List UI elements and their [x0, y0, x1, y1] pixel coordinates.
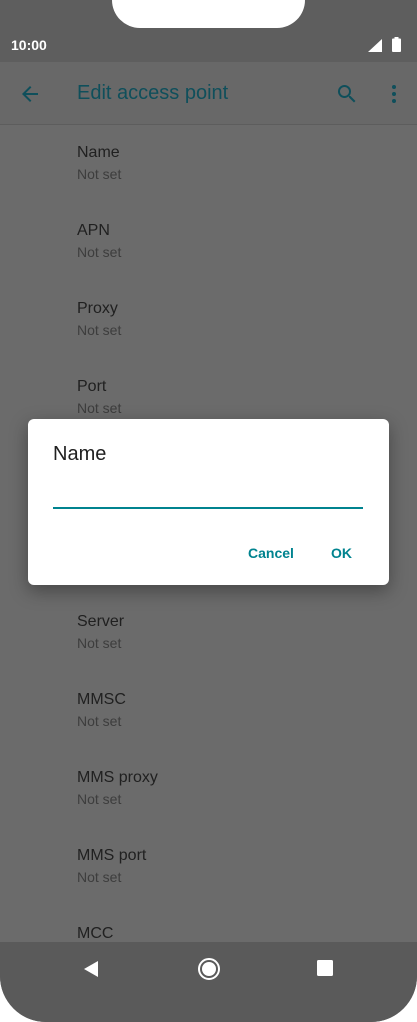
list-item-value: Not set — [77, 713, 122, 729]
list-item-value: Not set — [77, 869, 122, 885]
list-item-title: APN — [77, 222, 110, 239]
list-item-mmsc[interactable]: MMSC Not set — [77, 671, 397, 749]
navigation-bar — [0, 942, 417, 1022]
status-clock: 10:00 — [11, 37, 47, 53]
list-item-server[interactable]: Server Not set — [77, 593, 397, 671]
ok-button[interactable]: OK — [321, 535, 362, 571]
list-item-value: Not set — [77, 244, 122, 260]
list-item-title: MCC — [77, 925, 114, 942]
status-bar: 10:00 — [0, 0, 417, 62]
list-item-value: Not set — [77, 635, 122, 651]
list-item-mms-port[interactable]: MMS port Not set — [77, 827, 397, 905]
list-item-value: Not set — [77, 322, 122, 338]
list-item-proxy[interactable]: Proxy Not set — [77, 280, 397, 358]
battery-icon — [392, 37, 401, 52]
list-item-apn[interactable]: APN Not set — [77, 202, 397, 280]
camera-notch — [112, 0, 305, 28]
list-item-title: MMS proxy — [77, 769, 158, 786]
nav-home-icon[interactable] — [197, 957, 221, 981]
app-bar: Edit access point — [0, 62, 417, 125]
list-item-name[interactable]: Name Not set — [77, 124, 397, 202]
list-item-title: Proxy — [77, 300, 118, 317]
list-item-value: Not set — [77, 166, 122, 182]
list-item-value: Not set — [77, 400, 122, 416]
dialog-title: Name — [53, 443, 107, 465]
list-item-title: MMSC — [77, 691, 126, 708]
nav-recents-icon[interactable] — [317, 960, 333, 976]
name-input[interactable] — [53, 481, 363, 509]
cancel-button[interactable]: Cancel — [238, 535, 304, 571]
list-item-title: Name — [77, 144, 120, 161]
page-title: Edit access point — [77, 82, 229, 104]
phone-screen: 10:00 Edit access point Name Not set APN — [0, 0, 417, 1022]
back-arrow-icon[interactable] — [18, 82, 42, 106]
list-item-title: Server — [77, 613, 125, 630]
list-item-mms-proxy[interactable]: MMS proxy Not set — [77, 749, 397, 827]
list-item-title: Port — [77, 378, 107, 395]
more-vert-icon[interactable] — [382, 82, 406, 106]
list-item-title: MMS port — [77, 847, 147, 864]
list-item-value: Not set — [77, 791, 122, 807]
search-icon[interactable] — [335, 82, 359, 106]
name-input-dialog: Name Cancel OK — [28, 419, 389, 585]
signal-icon — [368, 39, 382, 52]
nav-back-icon[interactable] — [80, 959, 100, 979]
